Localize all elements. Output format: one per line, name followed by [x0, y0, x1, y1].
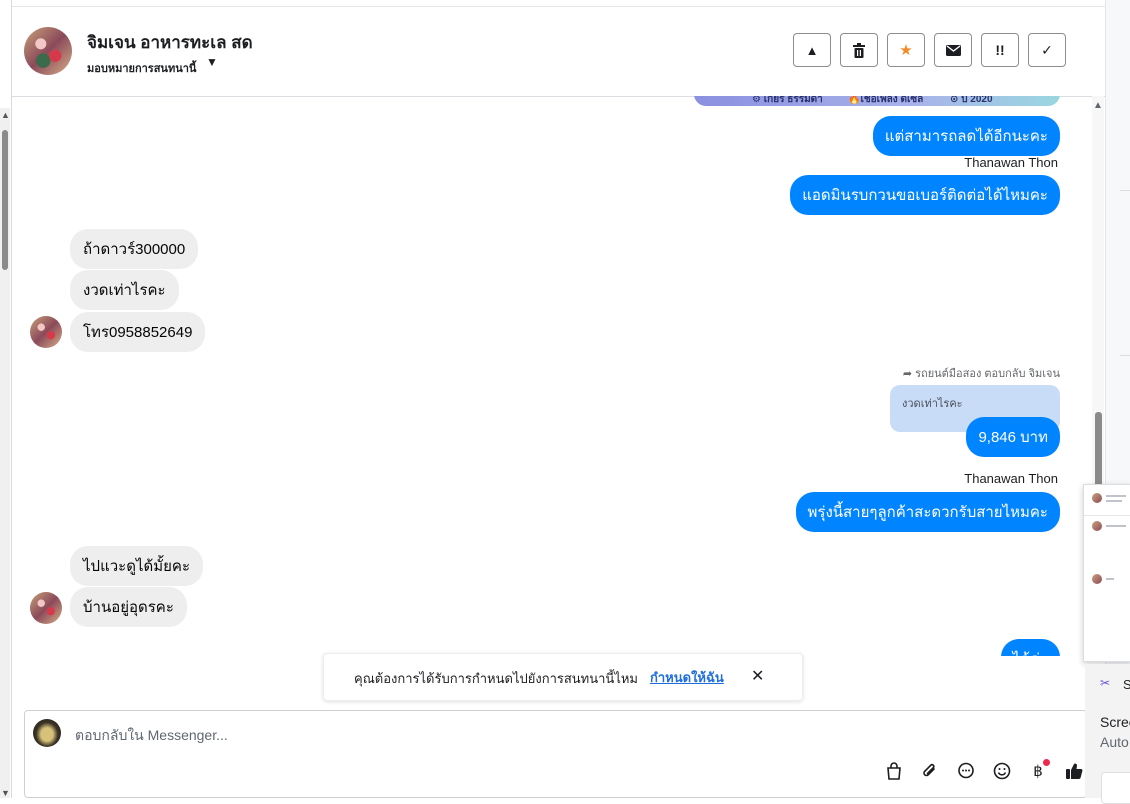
outgoing-message[interactable]: แต่สามารถลดได้อีกนะคะ [872, 116, 1060, 156]
incoming-message[interactable]: โทร0958852649 [70, 312, 206, 352]
emoji-icon[interactable] [990, 759, 1014, 783]
attachment-icon[interactable] [918, 759, 942, 783]
side-divider [1120, 190, 1130, 191]
mini-avatar [1092, 521, 1102, 531]
scroll-up-arrow-icon[interactable]: ▲ [1, 110, 10, 120]
header-actions: ▲ ★ !! ✓ [793, 33, 1066, 67]
scrollbar-thumb[interactable] [2, 130, 8, 270]
outgoing-message[interactable]: พรุ่งนี้สายๆลูกค้าสะดวกรับสายไหมคะ [795, 492, 1060, 532]
exclamation-icon: !! [995, 42, 1005, 58]
mini-text [1106, 578, 1114, 580]
snipping-tool-notification[interactable]: ✂ S Screen Auto [1085, 664, 1130, 804]
star-icon: ★ [899, 42, 913, 59]
incoming-message[interactable]: งวดเท่าไรคะ [70, 270, 179, 310]
page-avatar [33, 719, 61, 747]
screenshot-preview[interactable] [1101, 772, 1130, 804]
contact-avatar[interactable] [24, 27, 72, 75]
sender-name: Thanawan Thon [964, 155, 1058, 170]
incoming-message[interactable]: ไปแวะดูได้มั้ยคะ [70, 546, 204, 586]
contact-avatar-small[interactable] [30, 592, 62, 624]
outgoing-message[interactable]: 9,846 บาท [966, 417, 1060, 457]
notification-title: Screen [1100, 714, 1130, 730]
message-composer: ฿ [24, 710, 1087, 798]
check-icon: ✓ [1041, 41, 1053, 58]
mini-text [1106, 500, 1122, 502]
payment-baht-icon[interactable]: ฿ [1026, 759, 1050, 783]
close-icon[interactable]: ✕ [751, 666, 764, 686]
left-scrollbar[interactable]: ▲ ▼ [0, 108, 10, 798]
notification-subtitle: Auto [1100, 734, 1129, 750]
assign-notice: คุณต้องการได้รับการกำหนดไปยังการสนทนานี้… [323, 653, 803, 701]
reply-input[interactable] [73, 719, 977, 751]
saved-reply-icon[interactable] [954, 759, 978, 783]
sender-name: Thanawan Thon [964, 471, 1058, 486]
conversation-header: จิมเจน อาหารทะเล สด มอบหมายการสนทนานี้ ▼… [12, 6, 1105, 97]
mark-unread-button[interactable] [934, 33, 972, 67]
assign-to-me-link[interactable]: กำหนดให้ฉัน [650, 667, 724, 688]
incoming-message[interactable]: ถ้าดาวร์300000 [70, 229, 199, 269]
year-spec: ⊙ ปี 2020 [950, 96, 993, 105]
side-divider [1120, 355, 1130, 356]
warning-triangle-icon: ▲ [805, 42, 819, 58]
mini-text [1106, 525, 1126, 527]
scrollbar-thumb[interactable] [1095, 412, 1102, 488]
report-spam-button[interactable]: ▲ [793, 33, 831, 67]
gear-spec: ⚙ เกียร์ ธรรมดา [752, 96, 823, 105]
mini-avatar [1092, 574, 1102, 584]
mini-divider [1084, 515, 1130, 516]
scissors-icon: ✂ [1100, 676, 1111, 690]
mark-done-button[interactable]: ✓ [1028, 33, 1066, 67]
delete-button[interactable] [840, 33, 878, 67]
incoming-message[interactable]: บ้านอยู่อุดรคะ [70, 587, 187, 627]
reply-indicator: ➦ รถยนต์มือสอง ตอบกลับ จิมเจน [902, 368, 1060, 380]
assign-conversation-dropdown[interactable]: มอบหมายการสนทนานี้ [87, 59, 196, 77]
scroll-up-arrow-icon[interactable]: ▲ [1093, 100, 1103, 111]
thread-scrollbar[interactable]: ▲ [1092, 96, 1104, 488]
reply-arrow-icon: ➦ [902, 368, 913, 380]
mini-text [1106, 495, 1126, 497]
composer-toolbar: ฿ [882, 759, 1086, 783]
contact-name[interactable]: จิมเจน อาหารทะเล สด [87, 29, 253, 56]
fuel-spec: 🔥เชื้อเพลิง ดีเซล [848, 96, 924, 105]
caret-down-icon[interactable]: ▼ [206, 55, 218, 69]
notice-text: คุณต้องการได้รับการกำหนดไปยังการสนทนานี้… [354, 671, 638, 686]
listing-banner[interactable]: ⚙ เกียร์ ธรรมดา 🔥เชื้อเพลิง ดีเซล ⊙ ปี 2… [694, 96, 1060, 106]
message-thread[interactable]: ⚙ เกียร์ ธรรมดา 🔥เชื้อเพลิง ดีเซล ⊙ ปี 2… [12, 96, 1092, 656]
notification-dot [1043, 759, 1050, 766]
envelope-icon [945, 44, 961, 56]
app-name: S [1123, 677, 1130, 692]
trash-icon [853, 42, 865, 58]
scroll-down-arrow-icon[interactable]: ▼ [1, 788, 10, 798]
follow-up-button[interactable]: !! [981, 33, 1019, 67]
thumbs-up-icon[interactable] [1062, 759, 1086, 783]
mini-avatar [1092, 493, 1102, 503]
star-button[interactable]: ★ [887, 33, 925, 67]
window-preview-thumbnail[interactable] [1083, 484, 1130, 662]
shop-bag-icon[interactable] [882, 759, 906, 783]
contact-avatar-small[interactable] [30, 316, 62, 348]
outgoing-message[interactable]: ได้ค่ะ [1000, 639, 1060, 656]
outgoing-message[interactable]: แอดมินรบกวนขอเบอร์ติดต่อได้ไหมคะ [790, 175, 1060, 215]
